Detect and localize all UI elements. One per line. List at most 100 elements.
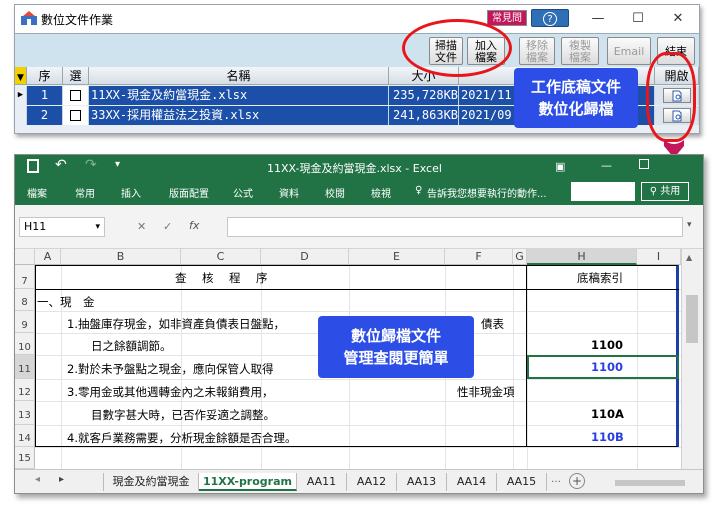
redo-icon[interactable]: ↷ bbox=[85, 157, 97, 173]
confirm-entry-icon[interactable]: ✓ bbox=[163, 220, 172, 233]
person-icon: ⚲ bbox=[649, 186, 661, 197]
undo-icon[interactable]: ↶ bbox=[55, 157, 67, 173]
row-header-15[interactable]: 15 bbox=[15, 447, 35, 469]
vertical-scrollbar[interactable]: ▲ bbox=[681, 249, 703, 469]
row-header-7[interactable]: 7 bbox=[15, 265, 35, 289]
minimize-button[interactable]: — bbox=[583, 9, 613, 29]
header-procedure: 查 核 程 序 bbox=[175, 271, 270, 285]
toolbar: 掃描 文件 加入 檔案 移除 檔案 複製 檔案 Email 結束 bbox=[15, 33, 699, 67]
row-no: 1 bbox=[27, 86, 63, 105]
expand-formula-icon[interactable]: ▾ bbox=[687, 220, 692, 230]
insert-function-icon[interactable]: fx bbox=[189, 219, 199, 232]
row-header-8[interactable]: 8 bbox=[15, 289, 35, 311]
remove-file-button[interactable]: 移除 檔案 bbox=[519, 37, 555, 65]
help-button[interactable]: ? bbox=[531, 9, 569, 27]
formula-input[interactable] bbox=[227, 217, 683, 237]
procedure-line-3: 2.對於未予盤點之現金，應向保管人取得 bbox=[67, 362, 274, 376]
col-header-i[interactable]: I bbox=[637, 249, 681, 265]
sheet-tab-aa15[interactable]: AA15 bbox=[497, 473, 547, 491]
sheet-tab-aa14[interactable]: AA14 bbox=[447, 473, 497, 491]
app-logo-icon bbox=[21, 11, 37, 25]
ribbon-display-icon[interactable]: ▣ bbox=[555, 160, 565, 173]
row-checkbox[interactable] bbox=[63, 86, 89, 105]
horizontal-scrollbar[interactable] bbox=[615, 480, 685, 486]
sheet-tab-cash[interactable]: 現金及約當現金 bbox=[103, 473, 199, 491]
col-header-g[interactable]: G bbox=[513, 249, 527, 265]
header-index: 底稿索引 bbox=[577, 271, 623, 285]
tab-view[interactable]: 檢視 bbox=[371, 185, 391, 200]
procedure-line-2: 日之餘額調節。 bbox=[91, 339, 172, 353]
select-all-corner[interactable] bbox=[15, 249, 35, 265]
save-icon[interactable] bbox=[27, 159, 39, 173]
name-box[interactable]: H11 ▾ bbox=[19, 217, 105, 237]
email-button[interactable]: Email bbox=[607, 37, 651, 65]
minimize-icon[interactable]: — bbox=[601, 159, 612, 172]
sheet-tab-aa13[interactable]: AA13 bbox=[397, 473, 447, 491]
index-cell-row14: 110B bbox=[591, 430, 624, 444]
more-sheets-icon[interactable]: … bbox=[551, 474, 561, 485]
sheet-tab-aa12[interactable]: AA12 bbox=[347, 473, 397, 491]
maximize-button[interactable]: ☐ bbox=[623, 9, 653, 29]
row-checkbox[interactable] bbox=[63, 106, 89, 125]
index-cell-row13: 110A bbox=[591, 407, 624, 421]
row-header-12[interactable]: 12 bbox=[15, 379, 35, 401]
row-file-name: 33XX-採用權益法之投資.xlsx bbox=[91, 106, 389, 125]
app-title: 數位文件作業 bbox=[41, 13, 114, 27]
col-header-no: 序 bbox=[27, 67, 63, 85]
excel-titlebar: ↶ ↷ ▾ 11XX-現金及約當現金.xlsx - Excel ▣ — bbox=[15, 155, 703, 179]
account-box[interactable] bbox=[571, 182, 635, 201]
col-header-b[interactable]: B bbox=[61, 249, 181, 265]
procedure-line-1-tail: 債表 bbox=[481, 317, 504, 331]
col-header-h[interactable]: H bbox=[527, 249, 637, 265]
procedure-line-4: 3.零用金或其他週轉金內之未報銷費用， bbox=[67, 385, 274, 399]
tab-scroll-right-icon[interactable]: ▸ bbox=[59, 474, 64, 485]
tell-me-box[interactable]: 告訴我您想要執行的動作... bbox=[427, 185, 547, 200]
highlight-ring-open bbox=[646, 52, 696, 142]
section-cash: 一、現 金 bbox=[37, 295, 95, 309]
tab-home[interactable]: 常用 bbox=[75, 185, 95, 200]
row-indicator-header: ▼ bbox=[15, 67, 27, 85]
row-header-11[interactable]: 11 bbox=[15, 355, 35, 379]
col-header-name: 名稱 bbox=[89, 67, 389, 85]
add-sheet-icon[interactable]: + bbox=[569, 473, 585, 489]
tab-scroll-left-icon[interactable]: ◂ bbox=[35, 474, 40, 485]
excel-title: 11XX-現金及約當現金.xlsx - Excel bbox=[267, 162, 442, 175]
row-header-13[interactable]: 13 bbox=[15, 401, 35, 425]
row-header-9[interactable]: 9 bbox=[15, 311, 35, 333]
tab-page-layout[interactable]: 版面配置 bbox=[169, 185, 209, 200]
col-header-d[interactable]: D bbox=[261, 249, 349, 265]
index-cell-row10: 1100 bbox=[591, 338, 624, 352]
row-header-14[interactable]: 14 bbox=[15, 425, 35, 447]
procedure-line-6: 4.就客戶業務需要，分析現金餘額是否合理。 bbox=[67, 431, 297, 445]
procedure-line-4-tail: 性非現金項 bbox=[457, 385, 515, 399]
copy-file-button[interactable]: 複製 檔案 bbox=[561, 37, 599, 65]
tab-review[interactable]: 校閱 bbox=[325, 185, 345, 200]
faq-button[interactable]: 常見問題 bbox=[487, 10, 527, 40]
row-file-size: 241,863KB bbox=[393, 106, 459, 125]
share-button[interactable]: ⚲ 共用 bbox=[641, 182, 689, 201]
tab-file[interactable]: 檔案 bbox=[27, 185, 47, 200]
sheet-tab-program[interactable]: 11XX-program bbox=[199, 473, 297, 491]
tab-insert[interactable]: 插入 bbox=[121, 185, 141, 200]
row-header-10[interactable]: 10 bbox=[15, 333, 35, 355]
quick-access-menu-icon[interactable]: ▾ bbox=[115, 159, 120, 170]
restore-icon[interactable] bbox=[639, 159, 649, 169]
sheet-tab-bar: ◂ ▸ 現金及約當現金 11XX-program AA11 AA12 AA13 … bbox=[15, 469, 703, 493]
highlight-ring-scan-add bbox=[402, 19, 512, 77]
sheet-tab-aa11[interactable]: AA11 bbox=[297, 473, 347, 491]
scroll-up-icon: ▲ bbox=[686, 253, 693, 262]
tab-formulas[interactable]: 公式 bbox=[233, 185, 253, 200]
app-titlebar: 數位文件作業 常見問題 ? — ☐ ✕ bbox=[15, 5, 699, 40]
index-cell-row11[interactable]: 1100 bbox=[591, 360, 623, 374]
col-header-c[interactable]: C bbox=[181, 249, 261, 265]
cancel-entry-icon[interactable]: ✕ bbox=[137, 220, 146, 233]
col-header-f[interactable]: F bbox=[445, 249, 513, 265]
close-button[interactable]: ✕ bbox=[663, 9, 693, 29]
excel-ribbon-tabs: 檔案 常用 插入 版面配置 公式 資料 校閱 檢視 ♀ 告訴我您想要執行的動作.… bbox=[15, 179, 703, 205]
procedure-line-1: 1.抽盤庫存現金，如非資產負債表日盤點， bbox=[67, 317, 285, 331]
col-header-e[interactable]: E bbox=[349, 249, 445, 265]
callout-archive: 工作底稿文件 數位化歸檔 bbox=[514, 68, 638, 128]
tab-data[interactable]: 資料 bbox=[279, 185, 299, 200]
row-pointer-icon: ▶ bbox=[15, 86, 27, 105]
col-header-a[interactable]: A bbox=[35, 249, 61, 265]
